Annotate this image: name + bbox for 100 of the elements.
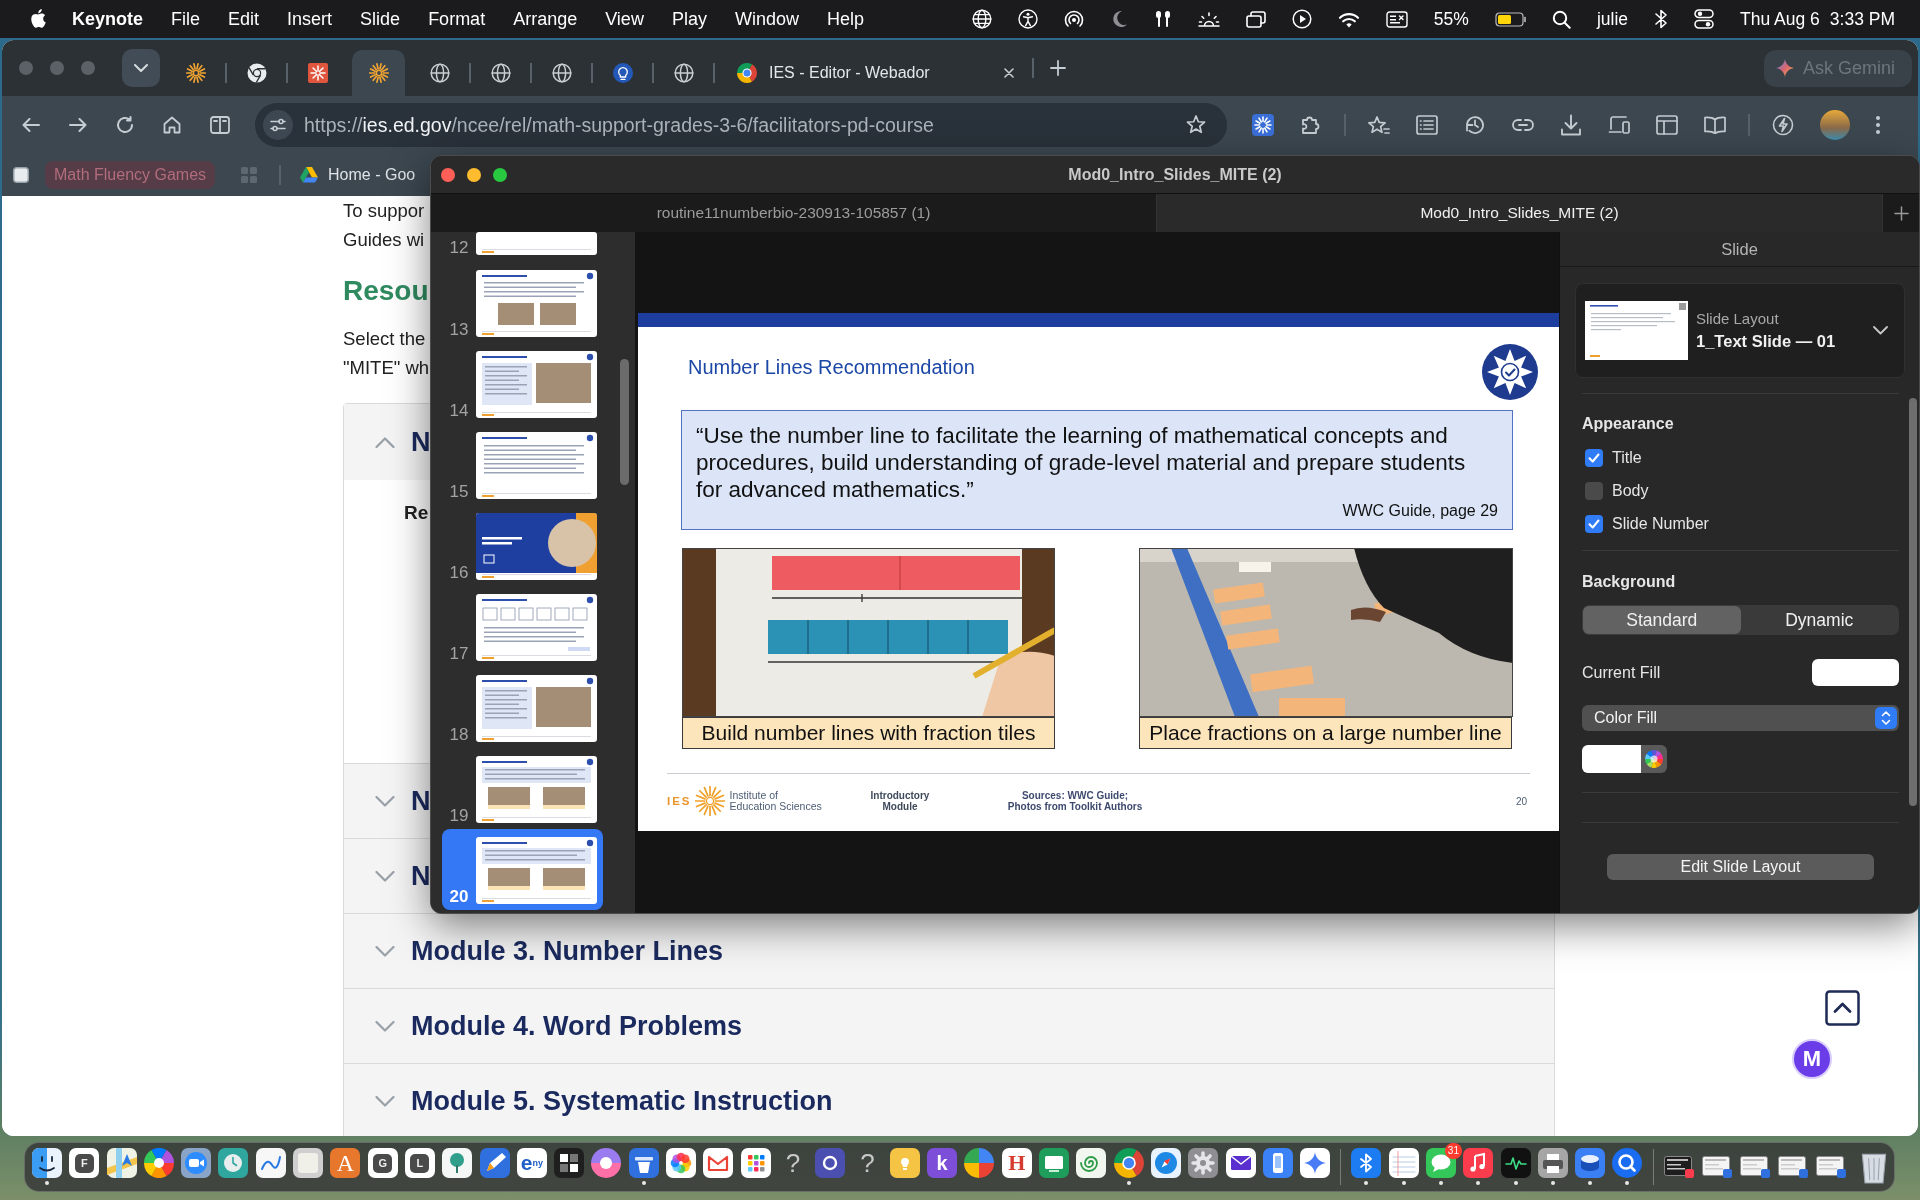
star-icon[interactable] [1186, 115, 1206, 134]
overlapping-windows-icon[interactable] [1245, 10, 1266, 28]
menu-item[interactable]: Arrange [513, 8, 578, 30]
split-panels-icon[interactable] [210, 115, 230, 134]
slide-list-item[interactable]: 20 [442, 829, 603, 910]
broadcast-icon[interactable] [1063, 10, 1084, 28]
slide-thumbnail[interactable] [476, 232, 597, 255]
menu-item[interactable]: File [171, 8, 201, 30]
bookmark-link[interactable]: Home - Goo [300, 164, 416, 185]
browser-tab[interactable] [352, 50, 405, 96]
slide-list-item[interactable]: 12 [442, 232, 603, 262]
scrollbar[interactable] [620, 359, 629, 485]
slide-list-item[interactable]: 13 [442, 262, 603, 343]
home-icon[interactable] [163, 115, 181, 134]
slide-list-item[interactable]: 15 [442, 424, 603, 505]
envelope-tile-icon[interactable] [1225, 1148, 1256, 1178]
waveform-tile-icon[interactable] [1500, 1148, 1531, 1178]
flower-icon[interactable] [666, 1148, 697, 1178]
gear-icon[interactable] [1188, 1148, 1219, 1178]
color-wheel-icon[interactable] [1645, 750, 1663, 768]
download-icon[interactable] [1560, 113, 1582, 136]
menu-bar-date[interactable]: Thu Aug 6 [1740, 8, 1820, 30]
disk-tile-icon[interactable] [1575, 1148, 1606, 1178]
document-tab[interactable]: Mod0_Intro_Slides_MITE (2) [1157, 194, 1883, 232]
board-tile-icon[interactable] [1039, 1148, 1069, 1178]
forward-arrow-icon[interactable] [69, 117, 87, 132]
scroll-to-top-icon[interactable] [1825, 990, 1860, 1026]
clock-icon[interactable] [218, 1148, 249, 1178]
slide-thumbnail[interactable] [476, 270, 597, 337]
slide-list-item[interactable]: 19 [442, 748, 603, 829]
apple-icon[interactable] [29, 8, 47, 30]
bluetooth-tile-icon[interactable] [1351, 1148, 1382, 1178]
checkbox-label[interactable]: Title [1612, 447, 1642, 468]
plus-icon[interactable] [1050, 60, 1066, 76]
envelope-icon[interactable] [703, 1148, 734, 1178]
calendar-grid-icon[interactable] [740, 1148, 771, 1178]
slide-thumbnail[interactable] [476, 594, 597, 661]
menu-item[interactable]: Format [428, 8, 486, 30]
close-icon[interactable] [1004, 68, 1014, 78]
checkbox[interactable] [1585, 514, 1603, 533]
app-menu[interactable]: Keynote [72, 8, 143, 30]
menu-item[interactable]: View [605, 8, 644, 30]
pencil-tile-icon[interactable] [479, 1148, 510, 1178]
segmented-ring-icon[interactable] [1113, 1148, 1144, 1178]
star-lines-icon[interactable] [1368, 114, 1390, 135]
bluetooth-icon[interactable] [1654, 9, 1668, 29]
sparkle-icon[interactable] [1300, 1148, 1331, 1178]
layout-icon[interactable] [1656, 114, 1678, 135]
app-letter-tile[interactable]: L [404, 1148, 435, 1178]
slide-list-item[interactable]: 16 [442, 505, 603, 586]
four-squares-icon[interactable] [554, 1148, 585, 1178]
menu-bar-clock[interactable]: 3:33 PM [1829, 8, 1895, 30]
color-well[interactable] [1582, 745, 1667, 773]
checkbox-label[interactable]: Body [1612, 480, 1649, 501]
back-arrow-icon[interactable] [22, 117, 40, 132]
menu-item[interactable]: Help [826, 8, 864, 30]
slide-thumbnail[interactable] [476, 513, 597, 580]
edit-slide-layout-button[interactable]: Edit Slide Layout [1607, 854, 1874, 880]
pen-tile-icon[interactable] [255, 1148, 286, 1178]
open-book-icon[interactable] [1704, 115, 1726, 134]
reload-icon[interactable] [116, 115, 134, 134]
fill-type-dropdown[interactable]: Color Fill [1582, 705, 1899, 731]
search-icon[interactable] [1551, 9, 1571, 29]
devices-icon[interactable] [1608, 115, 1630, 134]
sunburst-tile-icon[interactable] [1252, 113, 1274, 136]
tree-icon[interactable] [442, 1148, 473, 1178]
scrollbar[interactable] [1909, 398, 1917, 806]
wifi-icon[interactable] [1337, 10, 1360, 28]
site-settings-icon[interactable] [263, 109, 293, 140]
lined-paper-icon[interactable] [1388, 1148, 1419, 1178]
window-thumbnail-icon[interactable] [1815, 1156, 1846, 1178]
avatar-icon[interactable] [1820, 109, 1850, 140]
window-thumbnail-icon[interactable] [1777, 1156, 1808, 1178]
plus-icon[interactable] [1893, 205, 1909, 221]
ring-tile-icon[interactable] [815, 1148, 846, 1178]
app-letter-tile[interactable]: ? [852, 1148, 883, 1178]
segment-button[interactable]: Standard [1583, 606, 1741, 634]
spiral-icon[interactable] [1076, 1148, 1107, 1178]
smiley-tile-icon[interactable] [32, 1148, 62, 1178]
kebab-menu-icon[interactable] [1876, 115, 1880, 134]
compass-icon[interactable] [1150, 1148, 1181, 1178]
video-camera-icon[interactable] [181, 1148, 212, 1178]
browser-tab[interactable]: IES - Editor - Webador [718, 50, 1022, 96]
map-tile-icon[interactable] [106, 1148, 137, 1178]
accessibility-icon[interactable] [1017, 9, 1038, 29]
assistant-launcher-button[interactable]: M [1792, 1039, 1832, 1079]
menu-item[interactable]: Insert [287, 8, 333, 30]
earbuds-icon[interactable] [1153, 10, 1172, 28]
battery-icon[interactable] [1494, 11, 1526, 27]
link-icon[interactable] [1512, 118, 1534, 131]
window-thumbnail-icon[interactable] [1701, 1156, 1732, 1178]
color-wheel-icon[interactable] [143, 1148, 174, 1178]
menu-item[interactable]: Slide [360, 8, 401, 30]
slide-thumbnail[interactable] [476, 351, 597, 418]
checkbox[interactable] [1585, 448, 1603, 467]
zoom-button[interactable] [493, 167, 507, 182]
music-note-icon[interactable] [1463, 1148, 1494, 1178]
slide-thumbnail[interactable] [476, 837, 597, 904]
tab-search-button[interactable] [122, 49, 160, 87]
printer-icon[interactable] [1537, 1148, 1568, 1178]
